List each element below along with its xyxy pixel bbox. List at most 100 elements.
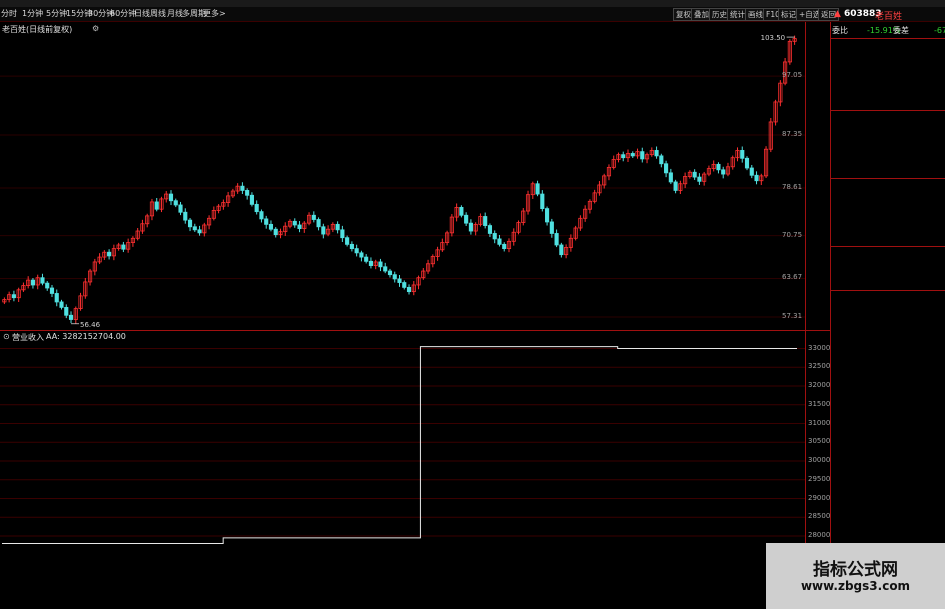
sep-5 bbox=[830, 290, 945, 291]
candle-body bbox=[335, 223, 340, 231]
candle-body bbox=[721, 169, 726, 175]
tick-row bbox=[831, 472, 945, 484]
candle-body bbox=[197, 229, 202, 234]
candle-body bbox=[383, 266, 388, 272]
stat-row bbox=[831, 219, 945, 232]
candle-body bbox=[640, 151, 645, 160]
candle-body bbox=[178, 204, 183, 213]
price-tick-label: 97.05 bbox=[782, 71, 803, 80]
bid-row bbox=[831, 111, 945, 124]
indicator-tick-label: 32000 bbox=[808, 381, 831, 389]
period-1min[interactable]: 1分钟 bbox=[22, 8, 43, 19]
ask-row bbox=[831, 80, 945, 93]
bid-row bbox=[831, 151, 945, 164]
price-tick-label: 57.31 bbox=[782, 312, 803, 321]
candle-body bbox=[54, 293, 59, 303]
period-daily[interactable]: 日线 bbox=[134, 8, 150, 19]
price-tick-label: 70.75 bbox=[782, 230, 803, 239]
stat-row bbox=[831, 262, 945, 275]
candle-body bbox=[107, 251, 112, 257]
candle-body bbox=[354, 248, 359, 254]
candle-body bbox=[497, 238, 502, 245]
candle-body bbox=[368, 260, 374, 266]
indicator-tick-label: 30000 bbox=[808, 456, 831, 464]
candle-body bbox=[697, 176, 702, 182]
candle-body bbox=[692, 171, 697, 178]
stock-flag-icon: ▲ bbox=[834, 9, 841, 19]
tick-row bbox=[831, 523, 945, 535]
candle-body bbox=[487, 225, 493, 234]
candle-body bbox=[406, 286, 412, 293]
candle-body bbox=[245, 190, 250, 196]
candle-body bbox=[30, 279, 36, 286]
indicator-tick-label: 30500 bbox=[808, 437, 831, 446]
indicator-tick-label: 29000 bbox=[808, 493, 831, 502]
weicha-label: 委差 bbox=[893, 26, 909, 35]
sep-4 bbox=[830, 246, 945, 247]
low-annotation: 56.46 bbox=[80, 321, 101, 329]
watermark-title: 指标公式网 bbox=[813, 560, 898, 580]
stock-name: 老百姓 bbox=[875, 12, 903, 22]
candle-body bbox=[540, 193, 545, 210]
tick-row bbox=[831, 393, 945, 405]
tick-row bbox=[831, 405, 945, 417]
candle-body bbox=[45, 282, 50, 289]
candle-body bbox=[168, 193, 174, 202]
candle-body bbox=[535, 183, 540, 195]
period-monthly[interactable]: 月线 bbox=[167, 8, 183, 19]
stat-row bbox=[831, 233, 945, 246]
candle-body bbox=[59, 301, 64, 308]
tick-row bbox=[831, 447, 945, 459]
candle-body bbox=[559, 244, 564, 256]
price-tick-label: 63.67 bbox=[782, 273, 803, 282]
candle-body bbox=[459, 206, 464, 216]
weicha-value: -67 bbox=[934, 26, 945, 35]
period-5min[interactable]: 5分钟 bbox=[46, 8, 67, 19]
candle-body bbox=[264, 218, 269, 225]
candle-body bbox=[316, 219, 321, 228]
candle-body bbox=[392, 274, 397, 280]
candle-body bbox=[716, 163, 721, 171]
period-more[interactable]: 更多> bbox=[203, 8, 226, 19]
indicator-tick-label: 33000 bbox=[808, 343, 831, 352]
candle-body bbox=[749, 167, 754, 176]
candle-body bbox=[744, 157, 750, 169]
candle-body bbox=[240, 185, 245, 191]
candle-body bbox=[349, 243, 354, 250]
stat-row bbox=[831, 206, 945, 219]
candle-body bbox=[468, 222, 473, 232]
price-tick-label: 87.35 bbox=[782, 129, 803, 138]
candle-body bbox=[668, 172, 673, 183]
candle-body bbox=[297, 224, 302, 230]
candle-body bbox=[49, 287, 55, 294]
candle-body bbox=[345, 237, 350, 245]
period-weekly[interactable]: 周线 bbox=[150, 8, 166, 19]
candle-body bbox=[187, 219, 193, 228]
candle-body bbox=[673, 181, 678, 191]
candle-body bbox=[654, 150, 659, 157]
period-toolbar: 分时 1分钟 5分钟 15分钟 30分钟 60分钟 日线 周线 月线 多周期 更… bbox=[0, 7, 945, 22]
period-intraday[interactable]: 分时 bbox=[1, 8, 17, 19]
high-annotation: 103.50 bbox=[761, 34, 786, 42]
candle-body bbox=[630, 153, 635, 157]
tick-row bbox=[831, 342, 945, 354]
candle-body bbox=[254, 203, 259, 213]
sep-3 bbox=[830, 178, 945, 179]
ask-row bbox=[831, 94, 945, 107]
candle-body bbox=[549, 221, 554, 234]
candlestick-chart: 103.50 56.46 bbox=[0, 34, 805, 329]
candle-body bbox=[64, 306, 69, 316]
stat-row bbox=[831, 249, 945, 262]
candle-body bbox=[154, 201, 159, 210]
sep-1 bbox=[830, 38, 945, 39]
ask-row bbox=[831, 40, 945, 53]
candle-body bbox=[483, 216, 488, 226]
period-60min[interactable]: 60分钟 bbox=[110, 8, 136, 19]
candle-body bbox=[402, 282, 407, 288]
candle-body bbox=[378, 261, 383, 268]
candle-body bbox=[121, 244, 126, 250]
candle-body bbox=[387, 270, 393, 276]
candle-body bbox=[621, 154, 626, 159]
indicator-tick-label: 31500 bbox=[808, 399, 831, 408]
candle-body bbox=[249, 194, 254, 205]
